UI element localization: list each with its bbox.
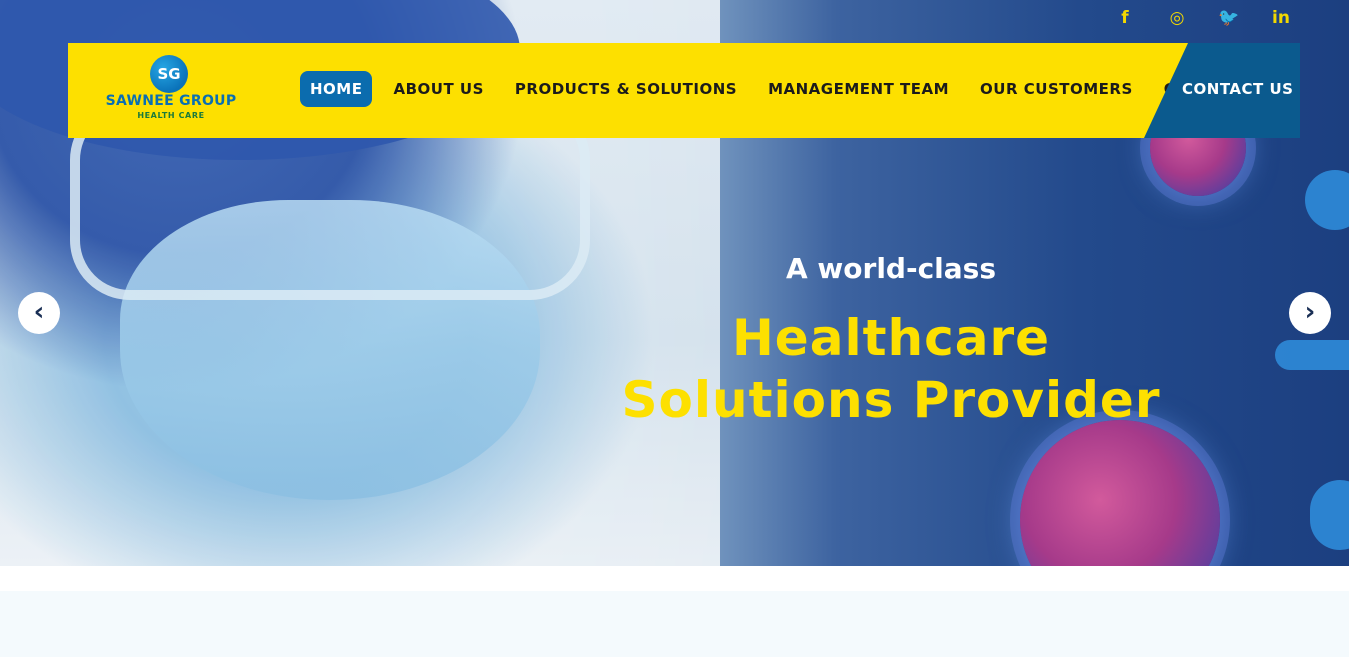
- logo-name: SAWNEE GROUP: [105, 93, 237, 109]
- facebook-icon[interactable]: f: [1113, 8, 1137, 28]
- nav-menu: HOME ABOUT US PRODUCTS & SOLUTIONS MANAG…: [300, 71, 1265, 107]
- social-links: f ◎ 🐦 in: [1113, 8, 1293, 28]
- logo-tagline: HEALTH CARE: [137, 111, 205, 120]
- instagram-icon[interactable]: ◎: [1165, 8, 1189, 28]
- previous-slide-icon[interactable]: ‹: [18, 292, 60, 334]
- next-slide-icon[interactable]: ›: [1289, 292, 1331, 334]
- logo-mark: SG: [150, 55, 188, 93]
- molecule-illustration: [1310, 480, 1349, 550]
- hero-title: Healthcare Solutions Provider: [621, 309, 1161, 429]
- hero-caption: A world-class Healthcare Solutions Provi…: [600, 252, 1182, 431]
- nav-item-about-us[interactable]: ABOUT US: [383, 71, 493, 107]
- main-navbar: SG SAWNEE GROUP HEALTH CARE HOME ABOUT U…: [68, 43, 1300, 138]
- nav-item-products-solutions[interactable]: PRODUCTS & SOLUTIONS: [505, 71, 747, 107]
- virus-illustration: [1020, 420, 1220, 566]
- hero-slider: f ◎ 🐦 in SG SAWNEE GROUP HEALTH CARE HOM…: [0, 0, 1349, 566]
- linkedin-icon[interactable]: in: [1269, 8, 1293, 28]
- nav-item-management-team[interactable]: MANAGEMENT TEAM: [758, 71, 959, 107]
- molecule-illustration: [1275, 340, 1349, 370]
- nav-item-our-customers[interactable]: OUR CUSTOMERS: [970, 71, 1143, 107]
- twitter-icon[interactable]: 🐦: [1217, 8, 1241, 28]
- sawnee-group-logo[interactable]: SG SAWNEE GROUP HEALTH CARE: [86, 55, 256, 125]
- contact-us-button[interactable]: CONTACT US: [1144, 43, 1300, 138]
- content-section-start: [0, 591, 1349, 657]
- hero-subtitle: A world-class: [785, 252, 996, 285]
- contact-us-label: CONTACT US: [1182, 80, 1294, 98]
- nav-item-home[interactable]: HOME: [300, 71, 373, 107]
- molecule-illustration: [1305, 170, 1349, 230]
